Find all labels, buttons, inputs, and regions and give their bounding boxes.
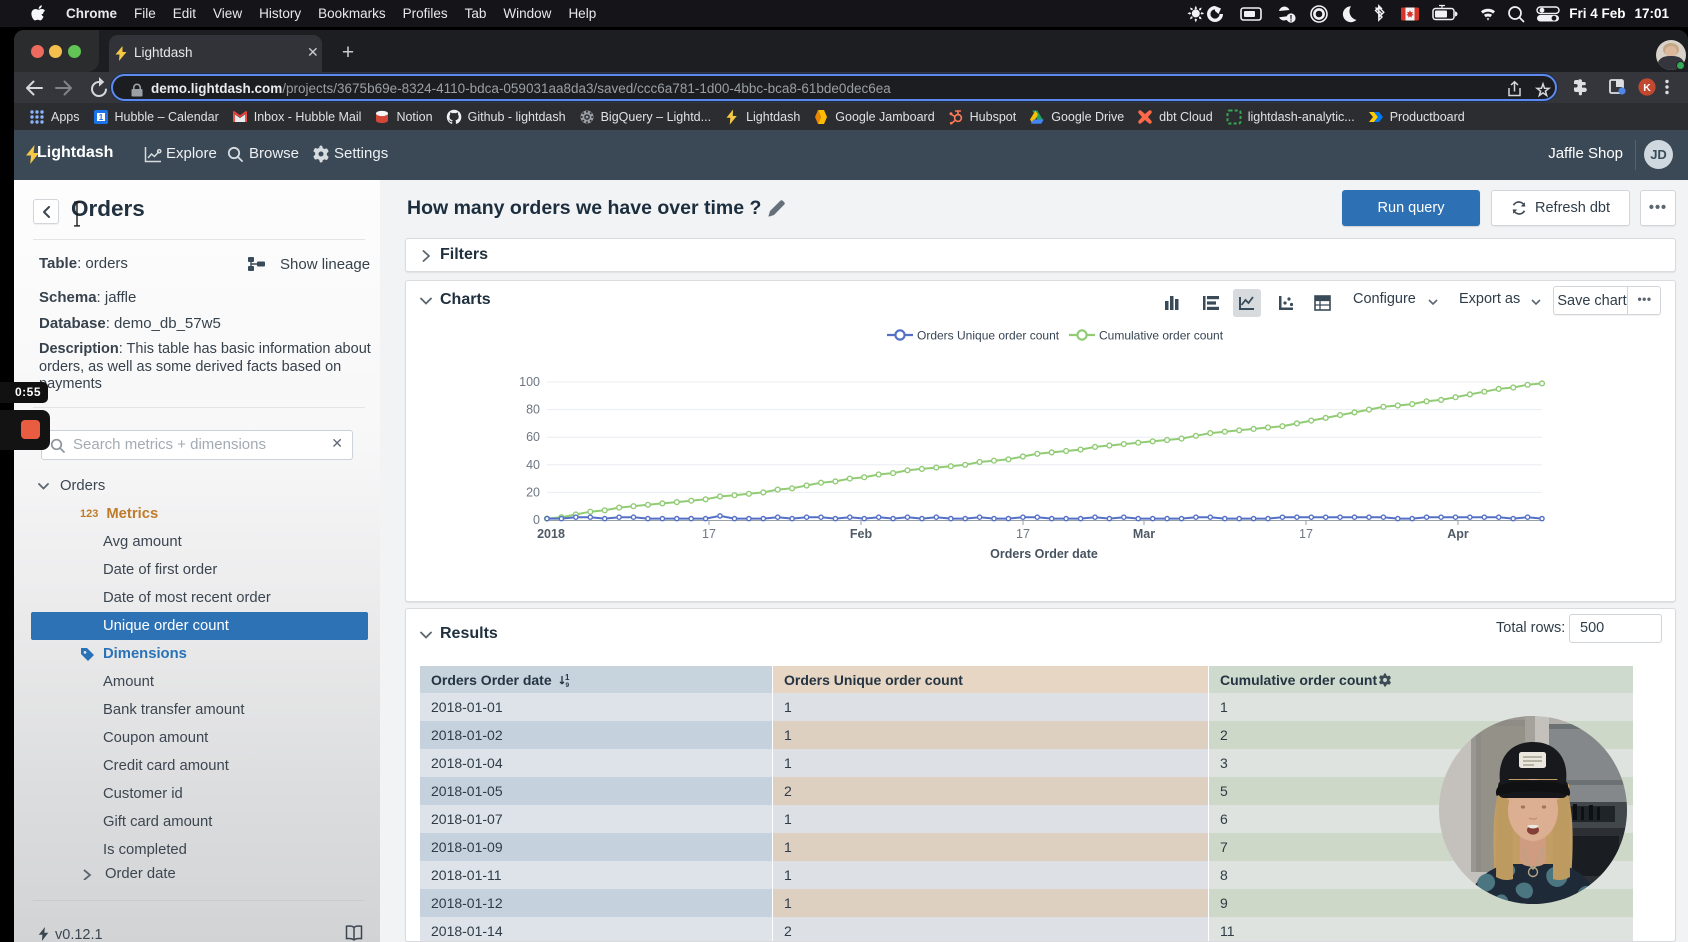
svg-text:17: 17 [702, 527, 716, 541]
svg-text:1: 1 [98, 112, 103, 121]
svg-text:K: K [1643, 82, 1651, 94]
svg-text:Apr: Apr [1447, 527, 1469, 541]
svg-text:40: 40 [526, 458, 540, 472]
svg-text:9: 9 [566, 682, 570, 687]
svg-text:!: ! [1290, 13, 1293, 23]
svg-text:Cumulative order count: Cumulative order count [1099, 329, 1224, 343]
svg-text:100: 100 [519, 375, 540, 389]
svg-text:17: 17 [1299, 527, 1313, 541]
svg-text:Orders Unique order count: Orders Unique order count [917, 329, 1060, 343]
svg-text:0: 0 [533, 513, 540, 527]
svg-text:1: 1 [565, 674, 570, 682]
svg-text:60: 60 [526, 430, 540, 444]
svg-text:Feb: Feb [850, 527, 873, 541]
svg-text:Orders Order date: Orders Order date [990, 547, 1098, 561]
svg-text:80: 80 [526, 403, 540, 417]
svg-text:Mar: Mar [1133, 527, 1155, 541]
svg-text:2018: 2018 [537, 527, 565, 541]
svg-text:17: 17 [1016, 527, 1030, 541]
svg-text:20: 20 [526, 485, 540, 499]
